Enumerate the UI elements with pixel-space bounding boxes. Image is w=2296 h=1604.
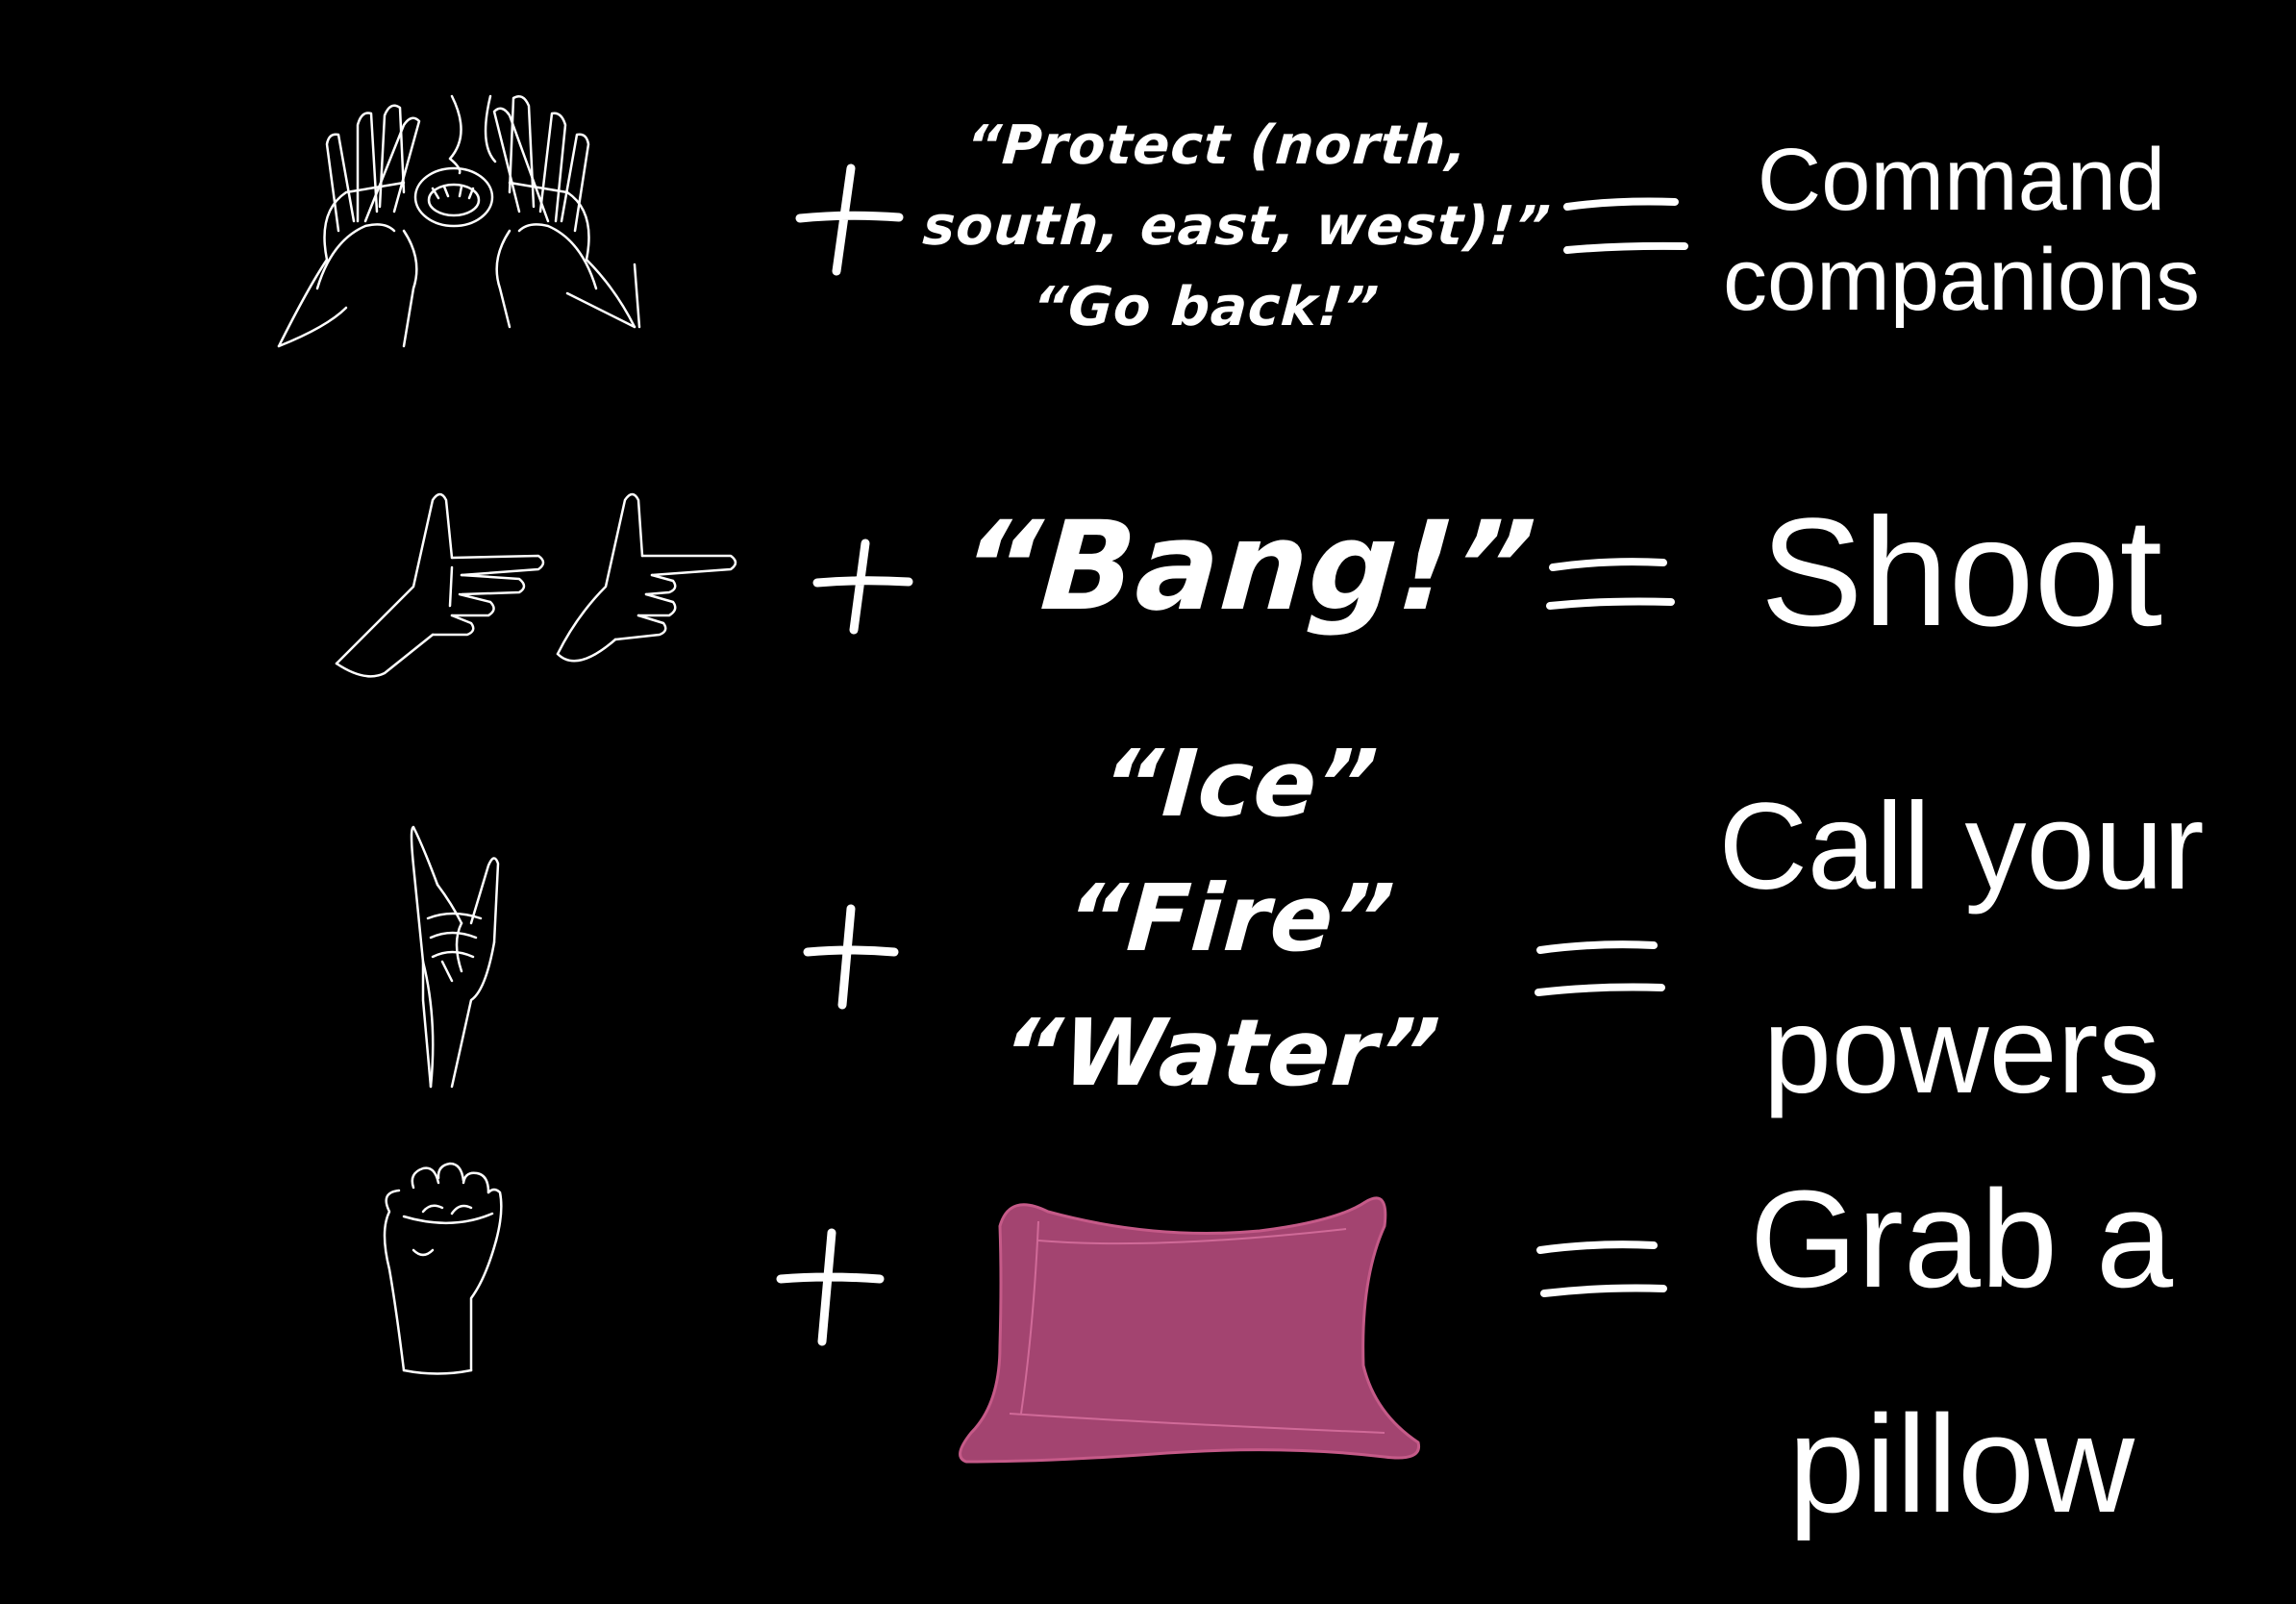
finger-guns-icon <box>335 492 737 678</box>
equals-sign-2 <box>1546 558 1675 610</box>
plus-sign-1 <box>795 163 904 276</box>
hands-around-mouth-icon <box>277 94 641 348</box>
plus-operators <box>776 163 913 1346</box>
phrase-elements: “Ice” “Fire” “Water” <box>966 716 1494 1120</box>
equals-sign-4 <box>1536 1241 1667 1297</box>
result-line: Shoot <box>1759 486 2163 658</box>
fist-icon <box>383 1162 503 1375</box>
result-command-companions: Command companions <box>1692 130 2231 330</box>
plus-sign-2 <box>812 539 913 635</box>
result-shoot: Shoot <box>1692 490 2231 654</box>
phrase-line: “Go back!” <box>1030 276 1382 338</box>
pillow-icon <box>959 1196 1421 1464</box>
result-call-powers: Call your powers <box>1663 745 2259 1153</box>
phrase-command-companions: “Protect (north, south, east, west)!” “G… <box>914 106 1554 348</box>
plus-sign-3 <box>803 904 899 1010</box>
phrase-line: “Bang!” <box>956 495 1541 639</box>
equals-sign-3 <box>1535 940 1665 996</box>
result-line: Call your <box>1718 778 2205 915</box>
plus-sign-4 <box>776 1228 885 1346</box>
phrase-line: “Ice” <box>1098 730 1382 838</box>
result-line: pillow <box>1787 1387 2135 1541</box>
result-line: companions <box>1722 231 2201 329</box>
result-line: Command <box>1757 131 2166 229</box>
phrase-line: south, east, west)!” <box>920 195 1554 258</box>
result-grab-pillow: Grab a pillow <box>1692 1127 2231 1577</box>
phrase-line: “Water” <box>998 999 1444 1107</box>
phrase-bang: “Bang!” <box>956 495 1541 639</box>
phrase-line: “Fire” <box>1062 865 1399 972</box>
equals-sign-1 <box>1563 197 1688 254</box>
result-line: powers <box>1762 982 2160 1119</box>
horns-hand-icon <box>410 825 500 1089</box>
result-line: Grab a <box>1749 1162 2174 1316</box>
phrase-line: “Protect (north, <box>964 114 1470 177</box>
